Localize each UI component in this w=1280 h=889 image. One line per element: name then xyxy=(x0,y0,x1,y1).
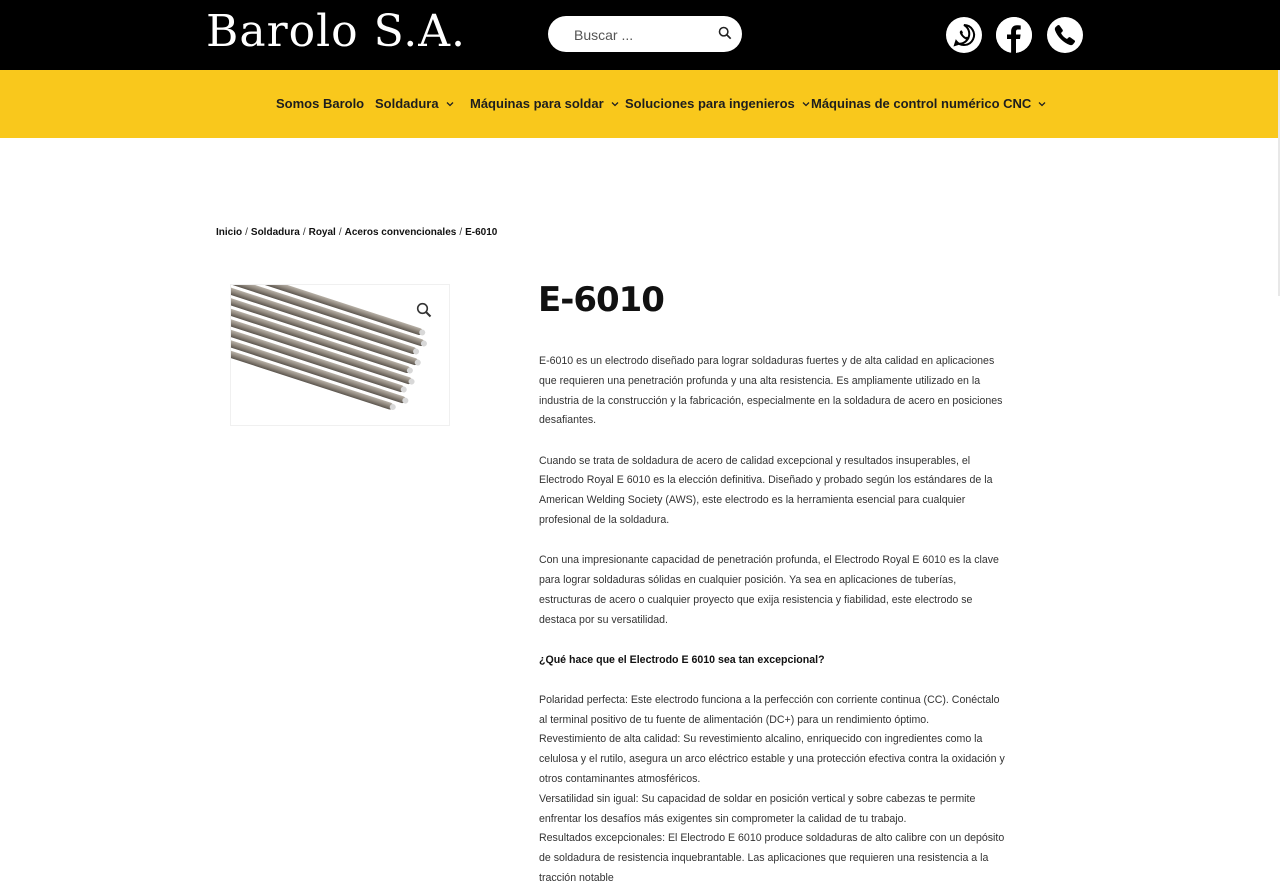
breadcrumb-aceros-convencionales[interactable]: Aceros convencionales xyxy=(345,227,457,238)
top-header: Barolo S.A. xyxy=(0,0,1280,70)
facebook-icon xyxy=(996,17,1032,53)
chevron-down-icon xyxy=(802,101,810,106)
chevron-down-icon xyxy=(446,101,454,106)
zoom-icon[interactable] xyxy=(416,302,432,318)
whatsapp-icon xyxy=(953,23,976,47)
product-title: E-6010 xyxy=(538,280,665,320)
nav-item-somos-barolo[interactable]: Somos Barolo xyxy=(276,96,364,111)
search-input[interactable] xyxy=(572,24,716,46)
phone-icon xyxy=(1054,24,1076,46)
search-box xyxy=(548,16,742,52)
nav-item-maquinas-cnc[interactable]: Máquinas de control numérico CNC xyxy=(811,96,1047,111)
feature-item: Versatilidad sin igual: Su capacidad de … xyxy=(539,792,976,825)
nav-item-maquinas-para-soldar[interactable]: Máquinas para soldar xyxy=(470,96,620,111)
breadcrumb-inicio[interactable]: Inicio xyxy=(216,227,242,238)
breadcrumb-royal[interactable]: Royal xyxy=(309,227,336,238)
breadcrumb-current: E-6010 xyxy=(465,227,498,238)
breadcrumb-soldadura[interactable]: Soldadura xyxy=(251,227,300,238)
product-description: E-6010 es un electrodo diseñado para log… xyxy=(539,352,1005,889)
chevron-down-icon xyxy=(1038,101,1046,106)
site-logo[interactable]: Barolo S.A. xyxy=(206,6,466,57)
breadcrumb: Inicio / Soldadura / Royal / Aceros convencion… xyxy=(216,227,498,238)
description-paragraph: Cuando se trata de soldadura de acero de… xyxy=(539,454,993,527)
feature-item: Polaridad perfecta: Este electrodo funci… xyxy=(539,693,1000,726)
description-paragraph: Con una impresionante capacidad de penet… xyxy=(539,554,999,626)
phone-link[interactable] xyxy=(1047,17,1083,53)
whatsapp-link[interactable] xyxy=(946,17,982,53)
nav-item-soluciones-para-ingenieros[interactable]: Soluciones para ingenieros xyxy=(625,96,811,111)
search-icon[interactable] xyxy=(718,26,732,40)
feature-item: Revestimiento de alta calidad: Su revest… xyxy=(539,733,1005,786)
main-nav: Somos Barolo Soldadura Máquinas para sol… xyxy=(0,70,1280,138)
chevron-down-icon xyxy=(611,101,619,106)
description-paragraph: E-6010 es un electrodo diseñado para log… xyxy=(539,355,1003,427)
facebook-link[interactable] xyxy=(996,17,1032,53)
feature-item: Resultados excepcionales: El Electrodo E… xyxy=(539,832,1005,885)
features-list: Polaridad perfecta: Este electrodo funci… xyxy=(539,691,1005,889)
nav-item-soldadura[interactable]: Soldadura xyxy=(375,96,455,111)
features-heading: ¿Qué hace que el Electrodo E 6010 sea ta… xyxy=(539,654,825,667)
